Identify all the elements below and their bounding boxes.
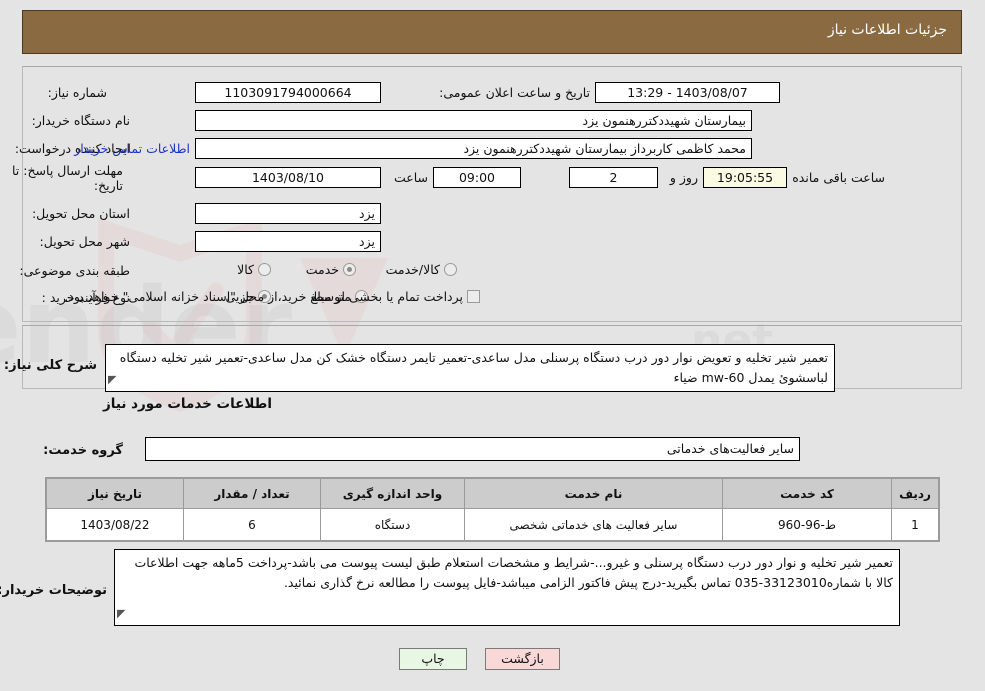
payment-checkbox-label: پرداخت تمام یا بخشی از مبلغ خرید،از محل … [64, 289, 463, 304]
cell-code: ط-96-960 [722, 508, 892, 541]
creator-value: محمد کاظمی کاربرداز بیمارستان شهیددکترره… [195, 138, 752, 159]
page-title: جزئیات اطلاعات نیاز [827, 22, 947, 38]
general-desc-value: تعمیر شیر تخلیه و تعویض نوار دور درب دست… [105, 344, 835, 392]
print-button[interactable]: چاپ [399, 648, 467, 670]
table-row: 1 ط-96-960 سایر فعالیت های خدماتی شخصی د… [46, 508, 939, 541]
col-row: ردیف [891, 478, 939, 509]
buyer-notes-label: توضیحات خریدار: [0, 583, 107, 598]
city-label: شهر محل تحویل: [39, 234, 130, 249]
resize-grip-icon-notes: ◥ [117, 607, 126, 620]
general-desc-text: تعمیر شیر تخلیه و تعویض نوار دور درب دست… [119, 350, 828, 385]
remaining-days-label: روز و [669, 170, 698, 185]
cell-quantity: 6 [183, 508, 321, 541]
classification-label: طبقه بندی موضوعی: [19, 263, 130, 278]
classification-option-2-label: کالا/خدمت [385, 262, 440, 277]
payment-checkbox[interactable] [467, 290, 480, 303]
classification-option-2[interactable]: کالا/خدمت [376, 262, 457, 277]
table-header-row: ردیف کد خدمت نام خدمت واحد اندازه گیری ت… [46, 478, 939, 509]
need-info-panel [22, 66, 962, 322]
services-table: ردیف کد خدمت نام خدمت واحد اندازه گیری ت… [45, 477, 940, 542]
remaining-days-value: 2 [569, 167, 658, 188]
province-label: استان محل تحویل: [31, 206, 130, 221]
col-unit: واحد اندازه گیری [320, 478, 465, 509]
services-section-heading: اطلاعات خدمات مورد نیاز [102, 396, 272, 412]
cell-row: 1 [891, 508, 939, 541]
service-group-value: سایر فعالیت‌های خدماتی [145, 437, 800, 461]
need-number-label: شماره نیاز: [47, 85, 107, 100]
radio-khedmat[interactable] [343, 263, 356, 276]
buyer-notes-value: تعمیر شیر تخلیه و نوار دور درب دستگاه پر… [114, 549, 900, 626]
deadline-date-value: 1403/08/10 [195, 167, 381, 188]
need-number-value: 1103091794000664 [195, 82, 381, 103]
payment-checkbox-row[interactable]: پرداخت تمام یا بخشی از مبلغ خرید،از محل … [54, 289, 480, 304]
resize-grip-icon: ◥ [108, 373, 117, 386]
buyer-org-value: بیمارستان شهیددکتررهنمون یزد [195, 110, 752, 131]
deadline-hour-value: 09:00 [433, 167, 521, 188]
remaining-timer-value: 19:05:55 [703, 167, 787, 188]
province-value: یزد [195, 203, 381, 224]
remaining-timer-label: ساعت باقی مانده [792, 170, 885, 185]
radio-kala-khedmat[interactable] [444, 263, 457, 276]
col-quantity: تعداد / مقدار [183, 478, 321, 509]
classification-option-0-label: کالا [237, 262, 254, 277]
classification-option-1-label: خدمت [305, 262, 339, 277]
deadline-hour-label: ساعت [393, 170, 428, 185]
buyer-contact-link[interactable]: اطلاعات تماس خریدار [74, 141, 190, 156]
col-name: نام خدمت [464, 478, 723, 509]
cell-name: سایر فعالیت های خدماتی شخصی [464, 508, 723, 541]
city-value: یزد [195, 231, 381, 252]
radio-kala[interactable] [258, 263, 271, 276]
cell-unit: دستگاه [320, 508, 465, 541]
need-details-page: naTender .net جزئیات اطلاعات نیاز شماره … [0, 0, 985, 691]
page-header-bar: جزئیات اطلاعات نیاز [22, 10, 962, 54]
col-code: کد خدمت [722, 478, 892, 509]
service-group-label: گروه خدمت: [43, 443, 123, 458]
services-grid: ردیف کد خدمت نام خدمت واحد اندازه گیری ت… [46, 478, 939, 541]
deadline-label: مهلت ارسال پاسخ: تا تاریخ: [12, 163, 123, 193]
back-button[interactable]: بازگشت [485, 648, 560, 670]
classification-option-0[interactable]: کالا [227, 262, 271, 277]
classification-option-1[interactable]: خدمت [296, 262, 356, 277]
public-announce-value: 1403/08/07 - 13:29 [595, 82, 780, 103]
col-need-date: تاریخ نیاز [46, 478, 184, 509]
buyer-org-label: نام دستگاه خریدار: [31, 113, 130, 128]
cell-need-date: 1403/08/22 [46, 508, 184, 541]
public-announce-label: تاریخ و ساعت اعلان عمومی: [439, 85, 590, 100]
buyer-notes-text: تعمیر شیر تخلیه و نوار دور درب دستگاه پر… [134, 555, 893, 590]
general-desc-label: شرح کلی نیاز: [3, 358, 97, 373]
